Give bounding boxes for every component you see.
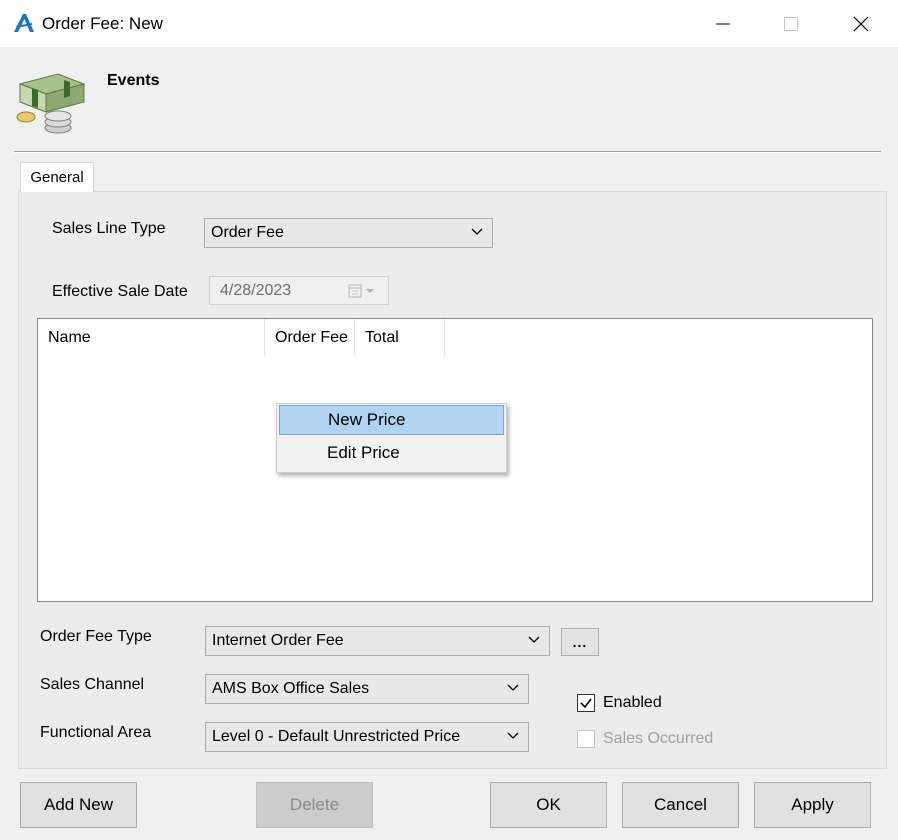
order-fee-type-label: Order Fee Type (40, 628, 152, 645)
minimize-button[interactable] (688, 0, 758, 47)
effective-sale-date-label: Effective Sale Date (52, 283, 188, 300)
functional-area-value: Level 0 - Default Unrestricted Price (212, 728, 461, 745)
apply-button[interactable]: Apply (754, 782, 871, 828)
enabled-label: Enabled (603, 694, 662, 711)
add-new-button[interactable]: Add New (20, 782, 137, 828)
effective-sale-date-value: 4/28/2023 (220, 281, 292, 299)
chevron-down-icon (471, 228, 483, 235)
tab-general[interactable]: General (20, 162, 94, 192)
checkmark-icon (580, 698, 592, 709)
app-logo-icon (12, 11, 36, 35)
sales-channel-label: Sales Channel (40, 676, 145, 693)
maximize-button[interactable] (756, 0, 826, 47)
order-fee-type-browse-button[interactable]: ... (561, 628, 599, 656)
sales-line-type-select[interactable]: Order Fee (204, 218, 493, 248)
header-divider (14, 151, 881, 153)
sales-line-type-value: Order Fee (211, 224, 284, 241)
order-fee-type-value: Internet Order Fee (212, 632, 344, 649)
sales-channel-select[interactable]: AMS Box Office Sales (205, 674, 529, 704)
enabled-checkbox[interactable] (577, 694, 595, 712)
menu-item-edit-price[interactable]: Edit Price (279, 438, 504, 468)
chevron-down-icon (507, 732, 519, 739)
functional-area-select[interactable]: Level 0 - Default Unrestricted Price (205, 722, 529, 752)
menu-item-new-price[interactable]: New Price (279, 405, 504, 435)
column-header-total[interactable]: Total (355, 319, 445, 357)
sales-occurred-checkbox (577, 730, 595, 748)
order-fee-type-select[interactable]: Internet Order Fee (205, 626, 550, 656)
context-menu: New Price Edit Price (276, 403, 507, 473)
sales-channel-value: AMS Box Office Sales (212, 680, 370, 697)
chevron-down-icon (528, 636, 540, 643)
close-icon (853, 16, 869, 31)
sales-occurred-label: Sales Occurred (603, 730, 714, 747)
maximize-icon (784, 16, 798, 31)
calendar-dropdown-icon (348, 284, 374, 298)
chevron-down-icon (507, 684, 519, 691)
minimize-icon (716, 23, 730, 24)
column-header-name[interactable]: Name (38, 319, 265, 357)
close-button[interactable] (826, 0, 896, 47)
section-title: Events (107, 72, 160, 89)
sales-line-type-label: Sales Line Type (52, 220, 166, 237)
effective-sale-date-picker: 4/28/2023 (209, 276, 389, 305)
functional-area-label: Functional Area (40, 724, 152, 741)
window-title: Order Fee: New (42, 14, 163, 33)
cancel-button[interactable]: Cancel (622, 782, 739, 828)
money-stack-icon (14, 66, 88, 136)
delete-button: Delete (256, 782, 373, 828)
ok-button[interactable]: OK (490, 782, 607, 828)
column-header-order-fee[interactable]: Order Fee (265, 319, 355, 357)
